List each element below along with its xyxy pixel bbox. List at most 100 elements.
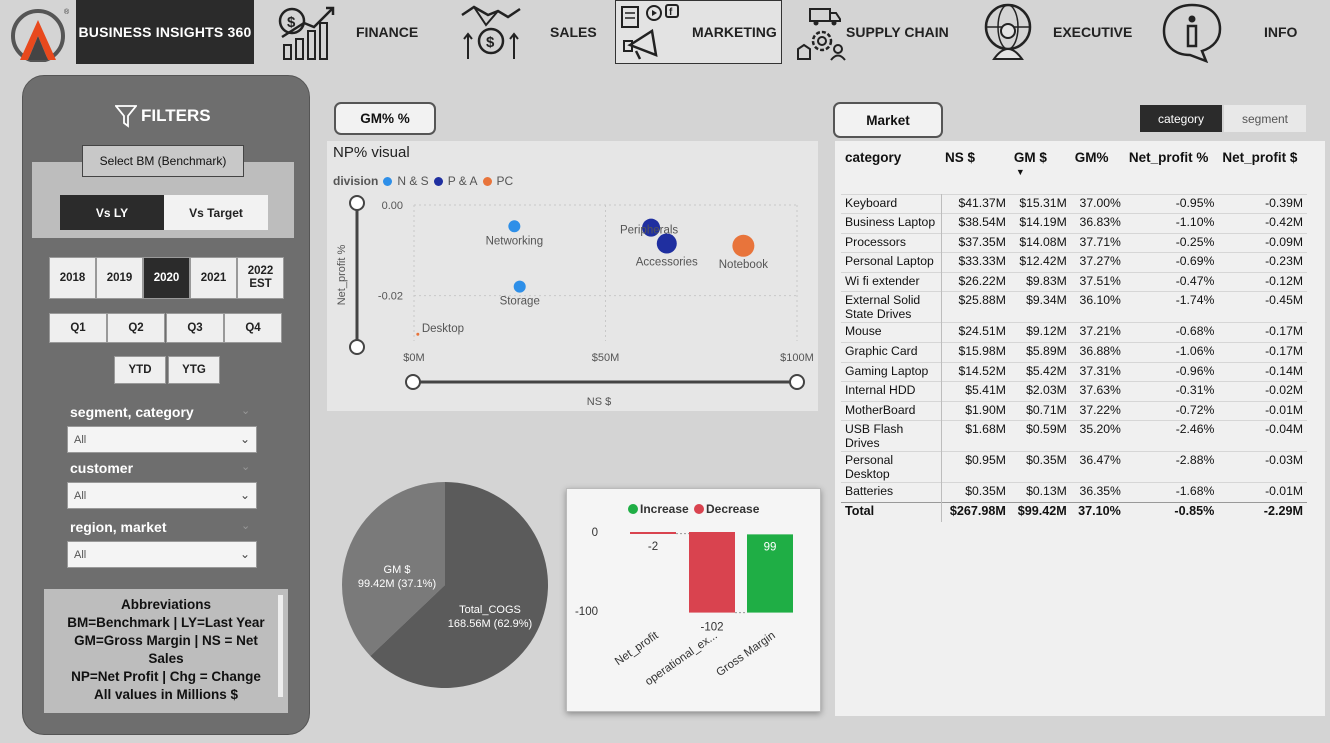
nav-info[interactable]: INFO <box>1160 0 1310 64</box>
table-cell-category: Mouse <box>841 322 942 343</box>
scatter-point[interactable] <box>416 332 420 336</box>
scatter-point-label: Notebook <box>719 259 768 271</box>
table-cell-value: -0.69% <box>1124 252 1219 273</box>
table-cell-value: -0.23M <box>1218 252 1307 273</box>
table-row[interactable]: Keyboard $41.37M $15.31M 37.00% -0.95% -0.39M <box>841 193 1307 214</box>
market-button[interactable]: Market <box>833 102 943 138</box>
table-cell-category: MotherBoard <box>841 400 942 421</box>
sales-handshake-icon: $ <box>461 5 521 59</box>
ytd-chip[interactable]: YTD <box>115 357 165 383</box>
table-cell-category: Gaming Laptop <box>841 361 942 382</box>
year-chip-2018[interactable]: 2018 <box>50 258 95 298</box>
scatter-point[interactable] <box>508 220 521 233</box>
quarter-chip-q1[interactable]: Q1 <box>50 314 106 342</box>
ytg-chip[interactable]: YTG <box>169 357 219 383</box>
table-cell-value: -0.01M <box>1218 400 1307 421</box>
nav-marketing[interactable]: f MARKETING <box>615 0 782 64</box>
table-cell-value: -0.96% <box>1124 361 1219 382</box>
scatter-point[interactable] <box>732 234 755 257</box>
table-row[interactable]: Gaming Laptop $14.52M $5.42M 37.31% -0.96% -0… <box>841 361 1307 382</box>
table-cell-category: Processors <box>841 232 942 253</box>
col-header-net-profit-percent[interactable]: Net_profit % <box>1125 146 1218 194</box>
region-market-value: All <box>74 548 87 561</box>
table-row[interactable]: Processors $37.35M $14.08M 37.71% -0.25% -0.0… <box>841 232 1307 253</box>
profit-waterfall-chart: Increase Decrease 0-100-2Net_profit-102o… <box>575 502 793 688</box>
col-header-category[interactable]: category <box>841 146 941 194</box>
scatter-point[interactable] <box>513 280 526 293</box>
abbreviation-line: Sales <box>148 651 184 666</box>
abbreviations-scrollbar[interactable] <box>278 595 283 697</box>
gm-percent-button[interactable]: GM% % <box>334 102 436 135</box>
company-logo: ® <box>11 8 70 62</box>
table-row[interactable]: USB Flash Drives $1.68M $0.59M 35.20% -2.46%… <box>841 420 1307 452</box>
segment-category-value: All <box>74 433 87 446</box>
scatter-point-label: Desktop <box>422 323 464 335</box>
table-row[interactable]: Internal HDD $5.41M $2.03M 37.63% -0.31% -0.0… <box>841 381 1307 402</box>
nav-supply-chain[interactable]: SUPPLY CHAIN <box>796 0 956 64</box>
col-header-ns[interactable]: NS $ <box>941 146 1010 194</box>
table-cell-value: 37.63% <box>1070 381 1125 402</box>
year-chip-2020[interactable]: 2020 <box>144 258 189 298</box>
table-cell-value: 37.71% <box>1070 232 1125 253</box>
year-chip-2022-est[interactable]: 2022 EST <box>238 258 283 298</box>
segment-category-dropdown[interactable]: All ⌄ <box>67 426 257 453</box>
legend-dot-increase <box>628 504 638 514</box>
table-row[interactable]: Personal Desktop $0.95M $0.35M 36.47% -2.88%… <box>841 451 1307 483</box>
table-cell-value: $5.89M <box>1009 342 1071 363</box>
total-value: -2.29M <box>1218 502 1307 523</box>
table-row[interactable]: Graphic Card $15.98M $5.89M 36.88% -1.06% -0.… <box>841 342 1307 363</box>
year-chip-2021[interactable]: 2021 <box>191 258 236 298</box>
vs-target-button[interactable]: Vs Target <box>164 195 268 230</box>
waterfall-bar[interactable] <box>689 532 735 613</box>
y-range-slider-handle-top[interactable] <box>349 195 365 211</box>
nav-sales[interactable]: $ SALES <box>458 0 608 64</box>
wf-y-tick-label: -100 <box>575 606 598 618</box>
col-header-gm-percent[interactable]: GM% <box>1071 146 1125 194</box>
table-cell-value: -0.03M <box>1218 451 1307 483</box>
table-row[interactable]: Mouse $24.51M $9.12M 37.21% -0.68% -0.17M <box>841 322 1307 343</box>
y-axis-label: Net_profit % <box>336 245 348 306</box>
legend-label-increase: Increase <box>640 502 689 516</box>
nav-finance[interactable]: $ FINANCE <box>276 0 446 64</box>
filters-title: FILTERS <box>141 106 211 125</box>
x-range-slider-handle-left[interactable] <box>405 374 421 390</box>
filter-funnel-icon <box>115 105 137 128</box>
x-range-slider-handle-right[interactable] <box>789 374 805 390</box>
tab-segment[interactable]: segment <box>1224 105 1306 132</box>
nav-executive[interactable]: EXECUTIVE <box>978 0 1138 64</box>
table-row[interactable]: External Solid State Drives $25.88M $9.34M… <box>841 291 1307 323</box>
col-header-net-profit[interactable]: Net_profit $ <box>1218 146 1307 194</box>
table-row[interactable]: Personal Laptop $33.33M $12.42M 37.27% -0.69… <box>841 252 1307 273</box>
y-range-slider-handle-bottom[interactable] <box>349 339 365 355</box>
chevron-down-icon[interactable]: ⌄ <box>241 404 250 417</box>
filters-header: FILTERS <box>115 104 211 128</box>
region-market-dropdown[interactable]: All ⌄ <box>67 541 257 568</box>
table-row[interactable]: Batteries $0.35M $0.13M 36.35% -1.68% -0.01M <box>841 482 1307 503</box>
abbreviation-line: BM=Benchmark | LY=Last Year <box>67 615 265 630</box>
table-cell-value: $0.59M <box>1009 420 1071 452</box>
vs-ly-button[interactable]: Vs LY <box>60 195 164 230</box>
table-cell-category: Graphic Card <box>841 342 942 363</box>
table-cell-category: USB Flash Drives <box>841 420 942 452</box>
table-row[interactable]: Wi fi extender $26.22M $9.83M 37.51% -0.47% -… <box>841 271 1307 292</box>
waterfall-category-label: Net_profit <box>613 629 661 668</box>
scatter-plot: $0M $50M $100M0.00-0.02 NS $ Net_profit % … <box>336 195 814 408</box>
chevron-down-icon[interactable]: ⌄ <box>241 519 250 532</box>
year-chip-2019[interactable]: 2019 <box>97 258 142 298</box>
table-row[interactable]: Business Laptop $38.54M $14.19M 36.83% -1.10… <box>841 213 1307 234</box>
chevron-down-icon[interactable]: ⌄ <box>241 460 250 473</box>
customer-dropdown[interactable]: All ⌄ <box>67 482 257 509</box>
quarter-chip-q3[interactable]: Q3 <box>167 314 223 342</box>
table-cell-value: -2.88% <box>1124 451 1219 483</box>
nav-supply-chain-label: SUPPLY CHAIN <box>846 24 949 40</box>
waterfall-card: Increase Decrease 0 -100 -2 Net_profit -102 o… <box>566 488 821 712</box>
waterfall-bar[interactable] <box>630 532 676 534</box>
table-row[interactable]: MotherBoard $1.90M $0.71M 37.22% -0.72% -0.01… <box>841 400 1307 421</box>
quarter-chip-q4[interactable]: Q4 <box>225 314 281 342</box>
table-cell-value: 36.10% <box>1070 291 1125 323</box>
filter-panel: FILTERS Select BM (Benchmark) Vs LY Vs T… <box>22 75 310 735</box>
scatter-point[interactable] <box>656 233 677 254</box>
quarter-chip-q2[interactable]: Q2 <box>108 314 164 342</box>
col-header-gm[interactable]: GM $ ▼ <box>1010 146 1071 194</box>
tab-category[interactable]: category <box>1140 105 1222 132</box>
